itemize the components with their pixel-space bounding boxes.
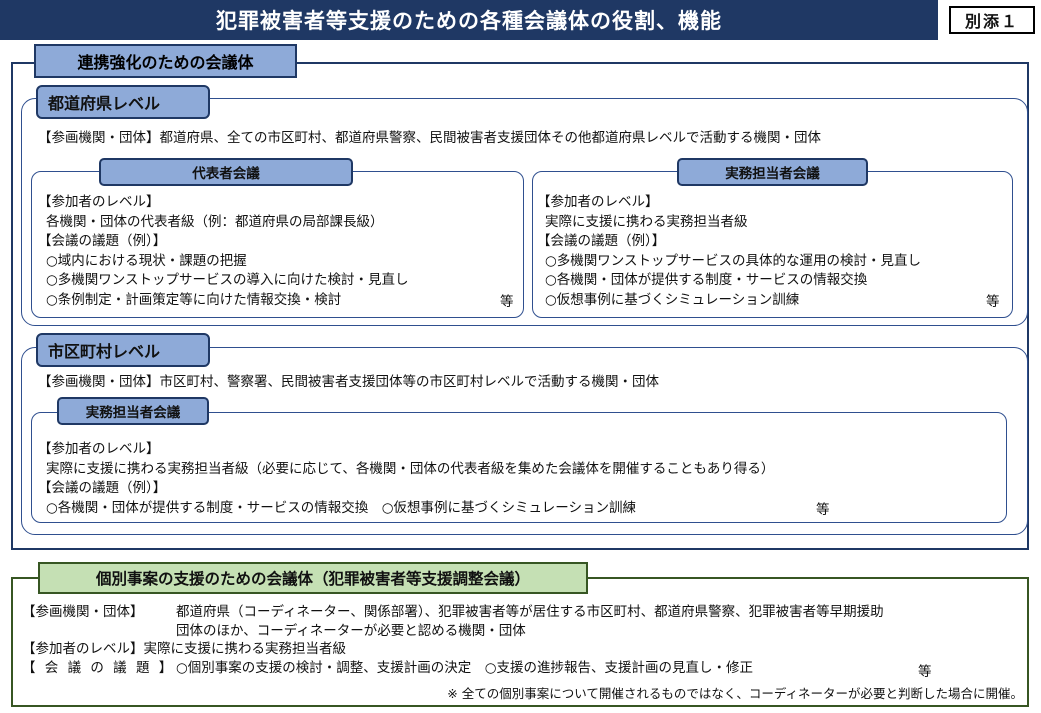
individual-heading: 個別事案の支援のための会議体（犯罪被害者等支援調整会議） <box>38 562 588 594</box>
level-label: 【参加者のレベル】 <box>22 641 144 657</box>
etc-mark: 等 <box>986 294 1000 310</box>
municipal-practitioner-meeting-content: 【参加者のレベル】 実際に支援に携わる実務担当者級（必要に応じて、各機関・団体の… <box>38 440 774 518</box>
agenda-label: 【 会 議 の 議 題 】 <box>22 659 175 676</box>
individual-content: 【参画機関・団体】 都道府県（コーディネーター、関係部署）、犯罪被害者等が居住す… <box>22 603 884 677</box>
municipal-level-heading: 市区町村レベル <box>36 333 210 367</box>
prefecture-level-heading: 都道府県レベル <box>36 85 210 119</box>
agenda-item: ○各機関・団体が提供する制度・サービスの情報交換 <box>545 272 868 288</box>
attachment-label: 別添１ <box>949 6 1035 34</box>
agenda-value: ○個別事案の支援の検討・調整、支援計画の決定 ○支援の進捗報告、支援計画の見直し… <box>176 659 754 676</box>
agenda-item: ○域内における現状・課題の把握 <box>46 252 247 269</box>
prefecture-practitioner-meeting-content: 【参加者のレベル】 実際に支援に携わる実務担当者級 【会議の議題（例）】 ○多機… <box>537 193 921 310</box>
agenda-label: 【会議の議題（例）】 <box>537 233 666 249</box>
participants-line: 都道府県（コーディネーター、関係部署）、犯罪被害者等が居住する市区町村、都道府県… <box>176 604 884 620</box>
agenda-label: 【会議の議題（例）】 <box>38 480 167 496</box>
participants-label: 【参画機関・団体】 <box>22 604 144 620</box>
agenda-label: 【会議の議題（例）】 <box>38 233 167 249</box>
level-label: 【参加者のレベル】 <box>38 441 160 457</box>
level-value: 各機関・団体の代表者級（例：都道府県の局部課長級） <box>46 213 384 230</box>
municipal-practitioner-meeting-heading: 実務担当者会議 <box>57 397 209 425</box>
level-value: 実際に支援に携わる実務担当者級 <box>545 213 748 230</box>
prefecture-participants: 【参画機関・団体】都道府県、全ての市区町村、都道府県警察、民間被害者支援団体その… <box>38 130 821 146</box>
agenda-item: ○各機関・団体が提供する制度・サービスの情報交換 ○仮想事例に基づくシミュレーシ… <box>46 499 637 516</box>
page-title: 犯罪被害者等支援のための各種会議体の役割、機能 <box>0 0 938 40</box>
level-value: 実際に支援に携わる実務担当者級（必要に応じて、各機関・団体の代表者級を集めた会議… <box>46 460 775 477</box>
etc-mark: 等 <box>816 502 830 518</box>
participants-line: 団体のほか、コーディネーターが必要と認める機関・団体 <box>176 622 526 639</box>
prefecture-practitioner-meeting-heading: 実務担当者会議 <box>677 158 868 186</box>
representative-meeting-heading: 代表者会議 <box>99 158 353 186</box>
agenda-item: ○仮想事例に基づくシミュレーション訓練 <box>545 291 800 308</box>
note: ※ 全ての個別事案について開催されるものではなく、コーディネーターが必要と判断し… <box>447 686 1023 701</box>
agenda-item: ○条例制定・計画策定等に向けた情報交換・検討 <box>46 291 342 308</box>
agenda-item: ○多機関ワンストップサービスの具体的な運用の検討・見直し <box>545 252 922 269</box>
municipal-participants: 【参画機関・団体】市区町村、警察署、民間被害者支援団体等の市区町村レベルで活動す… <box>38 374 659 390</box>
etc-mark: 等 <box>918 664 932 680</box>
level-label: 【参加者のレベル】 <box>537 194 659 210</box>
level-value: 実際に支援に携わる実務担当者級 <box>143 641 347 657</box>
agenda-item: ○多機関ワンストップサービスの導入に向けた検討・見直し <box>46 272 409 288</box>
representative-meeting-content: 【参加者のレベル】 各機関・団体の代表者級（例：都道府県の局部課長級） 【会議の… <box>38 193 409 310</box>
coordination-heading: 連携強化のための会議体 <box>34 44 297 78</box>
etc-mark: 等 <box>500 294 514 310</box>
level-label: 【参加者のレベル】 <box>38 194 160 210</box>
